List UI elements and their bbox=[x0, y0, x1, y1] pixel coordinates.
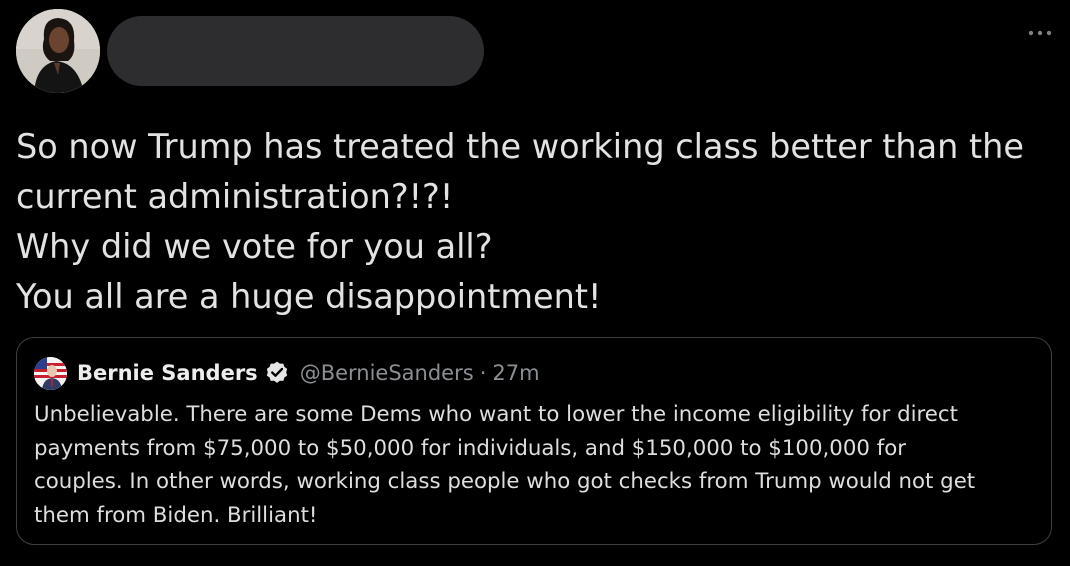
quoted-tweet-text: Unbelievable. There are some Dems who wa… bbox=[34, 398, 1039, 532]
quoted-text-line: payments from $75,000 to $50,000 for ind… bbox=[34, 435, 906, 461]
quoted-text-line: them from Biden. Brilliant! bbox=[34, 502, 318, 528]
tweet-text: So now Trump has treated the working cla… bbox=[16, 122, 1056, 322]
quoted-text-line: Unbelievable. There are some Dems who wa… bbox=[34, 402, 958, 427]
tweet-text-line: So now Trump has treated the working cla… bbox=[16, 127, 1024, 166]
more-options-button[interactable] bbox=[1022, 22, 1058, 44]
tweet-text-line: You all are a huge disappointment! bbox=[16, 277, 602, 316]
author-avatar[interactable] bbox=[16, 9, 100, 93]
quoted-tweet-timestamp[interactable]: 27m bbox=[492, 361, 539, 385]
quoted-author-avatar[interactable] bbox=[34, 356, 67, 390]
author-name-redacted bbox=[107, 16, 484, 86]
quoted-author-name[interactable]: Bernie Sanders bbox=[77, 361, 258, 385]
quoted-tweet-header: Bernie Sanders @BernieSanders · 27m bbox=[34, 356, 540, 390]
quoted-author-handle[interactable]: @BernieSanders bbox=[300, 361, 474, 385]
quoted-tweet-card[interactable]: Bernie Sanders @BernieSanders · 27m Unbe… bbox=[16, 337, 1052, 545]
verified-badge-icon bbox=[264, 360, 290, 386]
tweet-text-line: current administration?!?! bbox=[16, 177, 454, 216]
more-horizontal-icon bbox=[1028, 30, 1052, 36]
separator-dot: · bbox=[479, 361, 487, 385]
quoted-text-line: couples. In other words, working class p… bbox=[34, 469, 976, 494]
tweet-text-line: Why did we vote for you all? bbox=[16, 227, 493, 266]
